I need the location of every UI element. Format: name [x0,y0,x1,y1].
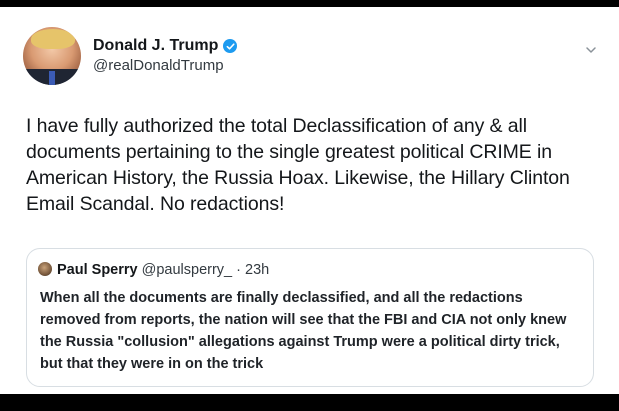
author-handle[interactable]: @realDonaldTrump [93,57,224,74]
quoted-timestamp: 23h [245,262,270,278]
quoted-tweet[interactable]: Paul Sperry @paulsperry_ · 23h When all … [26,248,594,387]
author-display-name[interactable]: Donald J. Trump [93,37,218,55]
checkmark-icon [226,42,235,50]
verified-badge-icon [223,39,238,53]
quoted-tweet-text: When all the documents are finally decla… [40,290,567,372]
author-name-row[interactable]: Donald J. Trump [93,37,238,55]
tweet-text: I have fully authorized the total Declas… [26,115,570,215]
avatar-hair [31,29,75,49]
quoted-author-handle: @paulsperry_ [141,262,233,278]
quoted-author-avatar [38,262,52,276]
quoted-separator: · [232,262,245,278]
chevron-down-icon[interactable] [585,45,597,55]
author-avatar[interactable] [23,27,81,85]
quoted-tweet-header: Paul Sperry @paulsperry_ · 23h [57,262,269,278]
quoted-author-name: Paul Sperry [57,262,138,278]
avatar-tie [49,71,55,85]
screenshot-frame: Donald J. Trump @realDonaldTrump I have … [0,0,619,411]
tweet-card[interactable]: Donald J. Trump @realDonaldTrump I have … [0,7,619,394]
